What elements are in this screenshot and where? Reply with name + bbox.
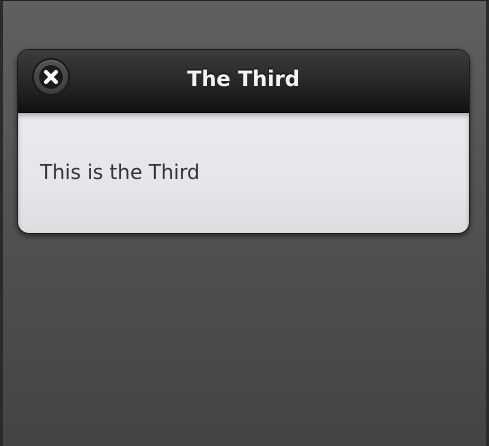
dialog-body: This is the Third xyxy=(18,113,469,233)
dialog-content-text: This is the Third xyxy=(40,160,200,184)
dialog-title: The Third xyxy=(187,67,300,91)
dialog: The Third This is the Third xyxy=(17,49,470,234)
dialog-header: The Third xyxy=(18,50,469,113)
